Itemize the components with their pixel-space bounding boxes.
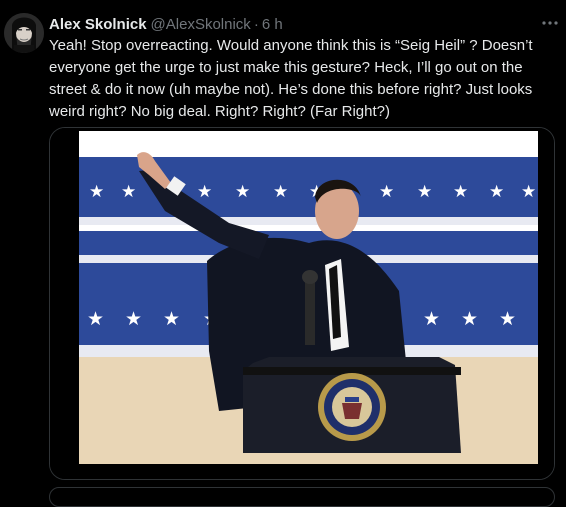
- svg-text:★: ★: [461, 308, 478, 330]
- svg-text:★: ★: [235, 182, 250, 202]
- svg-text:★: ★: [197, 182, 212, 202]
- author-display-name[interactable]: Alex Skolnick: [49, 16, 147, 33]
- svg-text:★: ★: [125, 308, 142, 330]
- ellipsis-icon: [542, 21, 558, 25]
- svg-text:★: ★: [379, 182, 394, 202]
- svg-text:★: ★: [417, 182, 432, 202]
- svg-text:★: ★: [273, 182, 288, 202]
- svg-text:★: ★: [499, 308, 516, 330]
- separator-dot: ·: [253, 15, 259, 33]
- timestamp[interactable]: 6 h: [262, 16, 283, 33]
- svg-text:★: ★: [423, 308, 440, 330]
- tweet-media[interactable]: ★ ★ ★ ★ ★ ★ ★ ★ ★ ★ ★ ★ ★ ★ ★ ★: [49, 127, 555, 480]
- svg-text:★: ★: [163, 308, 180, 330]
- svg-text:★: ★: [121, 182, 136, 202]
- tweet[interactable]: Alex Skolnick @AlexSkolnick · 6 h Yeah! …: [0, 0, 566, 507]
- svg-text:★: ★: [89, 182, 104, 202]
- tweet-text: Yeah! Stop overreacting. Would anyone th…: [49, 37, 533, 120]
- more-options-button[interactable]: [540, 13, 560, 33]
- author-handle[interactable]: @AlexSkolnick: [151, 16, 251, 33]
- next-media-card[interactable]: [49, 487, 555, 507]
- avatar[interactable]: [4, 13, 44, 53]
- svg-text:★: ★: [489, 182, 504, 202]
- tweet-photo: ★ ★ ★ ★ ★ ★ ★ ★ ★ ★ ★ ★ ★ ★ ★ ★: [50, 128, 554, 479]
- svg-text:★: ★: [453, 182, 468, 202]
- svg-text:★: ★: [521, 182, 536, 202]
- tweet-header: Alex Skolnick @AlexSkolnick · 6 h: [49, 14, 283, 34]
- svg-text:★: ★: [87, 308, 104, 330]
- profile-photo: [4, 13, 44, 53]
